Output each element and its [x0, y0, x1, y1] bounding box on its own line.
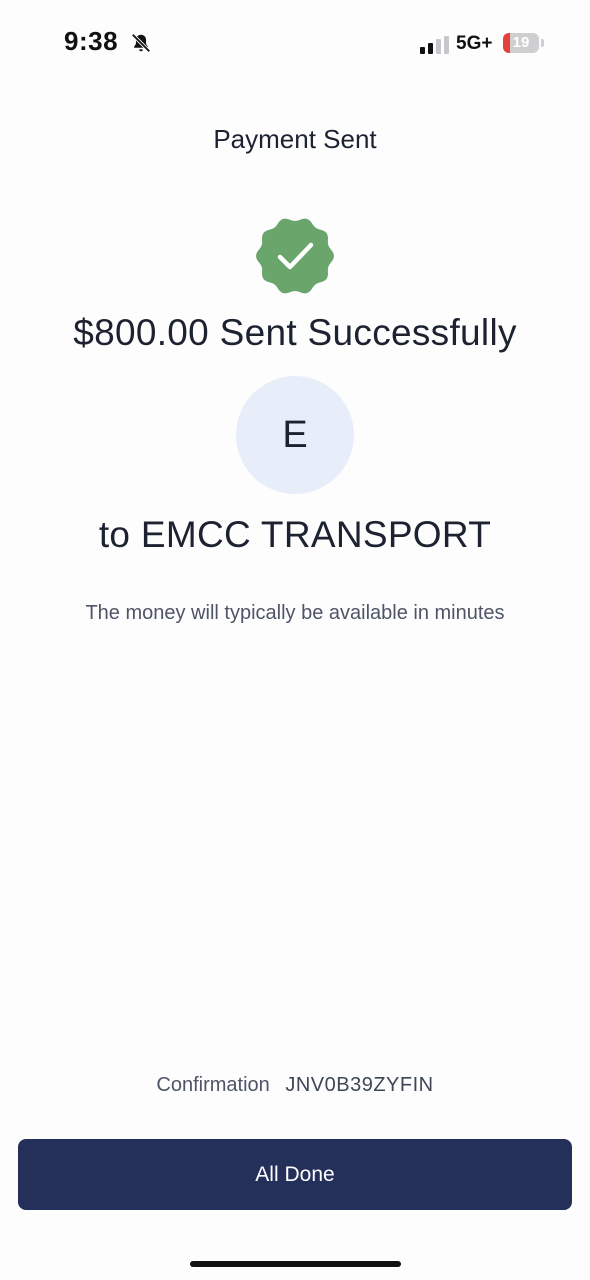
status-bar: 9:38 5G+ 19: [0, 0, 590, 90]
availability-note: The money will typically be available in…: [85, 602, 505, 624]
confirmation-code: JNV0B39ZYFIN: [285, 1074, 434, 1096]
network-type: 5G+: [456, 33, 493, 54]
confirmation-row: Confirmation JNV0B39ZYFIN: [0, 1074, 590, 1097]
battery-indicator: 19: [503, 33, 539, 53]
payment-sent-screen: 9:38 5G+ 19 Payment Sent $800.00 Sent Su…: [0, 0, 590, 1280]
amount-sent-message: $800.00 Sent Successfully: [73, 312, 517, 353]
recipient-avatar: E: [236, 376, 354, 494]
checkmark-badge-icon: [256, 218, 334, 294]
bell-slash-icon: [131, 33, 151, 53]
recipient-name: to EMCC TRANSPORT: [98, 514, 492, 555]
all-done-button[interactable]: All Done: [18, 1139, 572, 1210]
page-title: Payment Sent: [213, 124, 377, 154]
cellular-signal-icon: [420, 36, 449, 54]
status-time: 9:38: [64, 26, 119, 56]
battery-nub: [541, 39, 544, 47]
confirmation-label: Confirmation: [156, 1074, 270, 1096]
battery-level: 19: [512, 34, 530, 51]
home-indicator[interactable]: [190, 1261, 401, 1267]
